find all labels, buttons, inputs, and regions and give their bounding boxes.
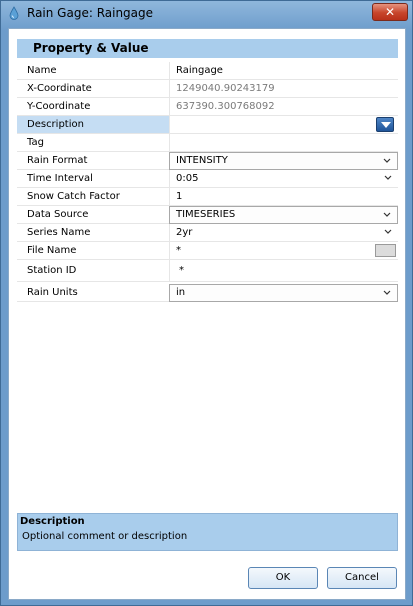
chevron-down-icon (383, 212, 391, 217)
raindrop-icon (9, 6, 19, 20)
chevron-down-icon (383, 158, 391, 163)
select-value: 0:05 (176, 173, 199, 184)
property-label: Time Interval (17, 170, 169, 188)
time-interval-select[interactable]: 0:05 (169, 170, 398, 188)
description-panel-title: Description (20, 516, 85, 527)
chevron-down-icon (384, 175, 392, 180)
property-row-series-name[interactable]: Series Name 2yr (17, 224, 398, 242)
property-label: Name (17, 62, 169, 80)
property-row-rain-format[interactable]: Rain Format INTENSITY (17, 152, 398, 170)
chevron-down-icon (384, 229, 392, 234)
property-row-name[interactable]: Name Raingage (17, 62, 398, 80)
data-source-select[interactable]: TIMESERIES (169, 206, 398, 224)
browse-icon[interactable] (375, 244, 396, 257)
property-label: Rain Format (17, 152, 169, 170)
series-name-select[interactable]: 2yr (169, 224, 398, 242)
window-title: Rain Gage: Raingage (27, 6, 154, 20)
property-value-description[interactable] (169, 116, 398, 134)
close-icon: ✕ (384, 5, 396, 19)
property-value-snow-catch-factor[interactable]: 1 (169, 188, 398, 206)
property-row-station-id[interactable]: Station ID * (17, 260, 398, 282)
property-value-file-name[interactable]: * (169, 242, 398, 260)
property-label: Description (17, 116, 169, 134)
property-value-station-id[interactable]: * (169, 260, 398, 282)
property-label: File Name (17, 242, 169, 260)
property-label: Data Source (17, 206, 169, 224)
property-row-x-coordinate[interactable]: X-Coordinate 1249040.90243179 (17, 80, 398, 98)
chevron-down-icon (383, 290, 391, 295)
description-panel-text: Optional comment or description (22, 531, 188, 542)
property-row-y-coordinate[interactable]: Y-Coordinate 637390.300768092 (17, 98, 398, 116)
property-label: Rain Units (17, 284, 169, 302)
property-grid-header: Property & Value (17, 39, 398, 58)
property-row-tag[interactable]: Tag (17, 134, 398, 152)
property-label: Snow Catch Factor (17, 188, 169, 206)
property-value-y-coordinate[interactable]: 637390.300768092 (169, 98, 398, 116)
rain-units-select[interactable]: in (169, 284, 398, 302)
property-row-description[interactable]: Description (17, 116, 398, 134)
cancel-button[interactable]: Cancel (327, 567, 397, 589)
property-value-name[interactable]: Raingage (169, 62, 398, 80)
property-label: Y-Coordinate (17, 98, 169, 116)
description-panel: Description Optional comment or descript… (17, 513, 398, 551)
property-value-tag[interactable] (169, 134, 398, 152)
ok-button[interactable]: OK (248, 567, 318, 589)
triangle-down-icon[interactable] (376, 117, 394, 132)
dialog-window: Rain Gage: Raingage ✕ Property & Value N… (0, 0, 413, 606)
select-value: TIMESERIES (176, 209, 236, 220)
property-row-snow-catch-factor[interactable]: Snow Catch Factor 1 (17, 188, 398, 206)
rain-format-select[interactable]: INTENSITY (169, 152, 398, 170)
close-button[interactable]: ✕ (372, 3, 408, 21)
dialog-client: Property & Value Name Raingage X-Coordin… (8, 28, 406, 600)
property-label: X-Coordinate (17, 80, 169, 98)
select-value: in (176, 287, 186, 298)
property-row-rain-units[interactable]: Rain Units in (17, 284, 398, 302)
property-row-file-name[interactable]: File Name * (17, 242, 398, 260)
property-value-x-coordinate[interactable]: 1249040.90243179 (169, 80, 398, 98)
property-row-time-interval[interactable]: Time Interval 0:05 (17, 170, 398, 188)
select-value: 2yr (176, 227, 193, 238)
property-row-data-source[interactable]: Data Source TIMESERIES (17, 206, 398, 224)
property-label: Station ID (17, 260, 169, 282)
title-bar[interactable]: Rain Gage: Raingage ✕ (1, 1, 412, 27)
property-grid: Name Raingage X-Coordinate 1249040.90243… (17, 62, 398, 302)
property-label: Series Name (17, 224, 169, 242)
property-label: Tag (17, 134, 169, 152)
select-value: INTENSITY (176, 155, 228, 166)
